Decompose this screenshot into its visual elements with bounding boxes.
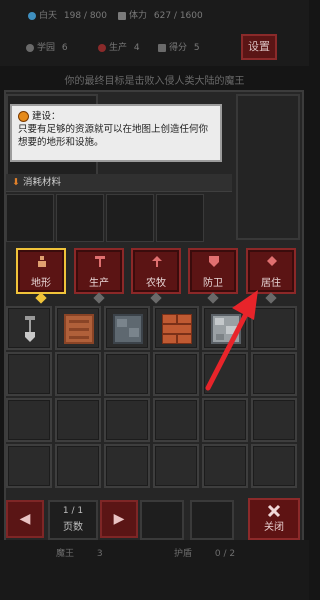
pointer-arrow-overlay	[205, 290, 258, 391]
pointer-arrow-shaft	[205, 311, 249, 391]
